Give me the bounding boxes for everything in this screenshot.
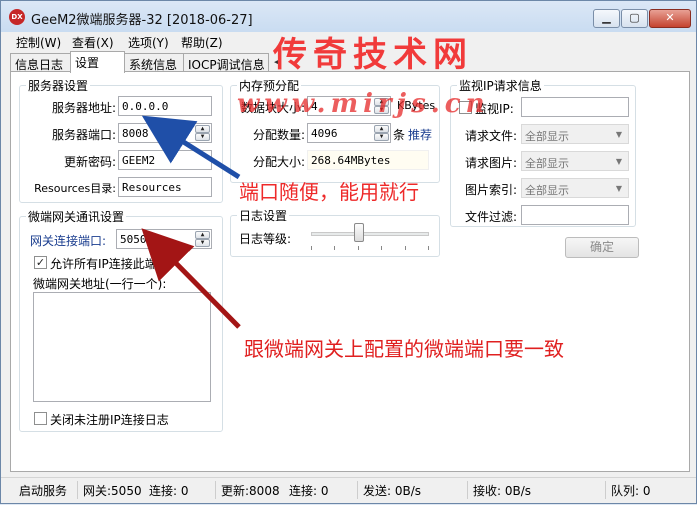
annotation-arrows <box>141 115 241 329</box>
red-arrow <box>141 228 241 329</box>
blue-arrow <box>141 115 241 180</box>
port-annotation: 端口随便，能用就行 <box>239 180 419 204</box>
gateway-annotation: 跟微端网关上配置的微端端口要一致 <box>244 337 564 361</box>
tab-settings[interactable]: 设置 <box>70 51 125 73</box>
app-window: DX GeeM2微端服务器-32 [2018-06-27] ▁ ▢ ✕ 控制(W… <box>0 0 697 504</box>
